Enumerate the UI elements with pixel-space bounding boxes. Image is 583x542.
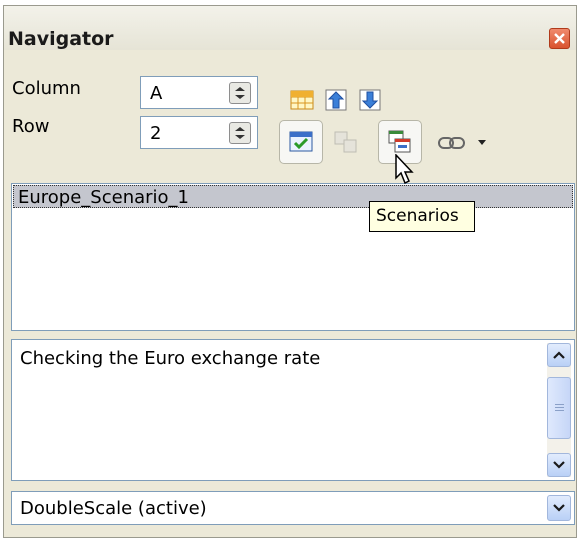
header-icon xyxy=(325,89,347,111)
promote-icon xyxy=(334,131,357,153)
drag-mode-icon xyxy=(289,131,313,152)
row-label: Row xyxy=(12,116,50,137)
close-button[interactable] xyxy=(549,28,570,49)
spin-arrows-icon xyxy=(235,127,245,139)
list-item[interactable]: Europe_Scenario_1 xyxy=(13,185,573,208)
navigator-panel: Navigator Column A Row 2 Europe_Scenario… xyxy=(3,5,577,538)
scenario-name: Europe_Scenario_1 xyxy=(18,187,189,208)
document-select[interactable]: DoubleScale (active) xyxy=(11,491,575,525)
scenario-description[interactable]: Checking the Euro exchange rate xyxy=(11,339,575,481)
description-text: Checking the Euro exchange rate xyxy=(20,348,321,369)
footer-icon xyxy=(359,89,381,111)
insert-mode-button[interactable] xyxy=(436,132,470,160)
column-label: Column xyxy=(12,78,81,99)
header-button[interactable] xyxy=(322,86,350,114)
scrollbar-thumb[interactable] xyxy=(547,377,571,439)
column-field[interactable]: A xyxy=(140,76,258,109)
contents-button[interactable] xyxy=(288,86,316,114)
scenarios-icon xyxy=(388,130,411,153)
title-bar[interactable]: Navigator xyxy=(4,6,576,50)
scenarios-list[interactable]: Europe_Scenario_1 xyxy=(11,183,575,331)
close-icon xyxy=(554,33,565,44)
chevron-down-icon xyxy=(553,504,565,512)
row-value: 2 xyxy=(150,123,162,144)
promote-button[interactable] xyxy=(332,128,360,156)
row-field[interactable]: 2 xyxy=(140,116,258,149)
window-title: Navigator xyxy=(8,28,114,50)
chevron-up-icon xyxy=(553,351,565,359)
document-select-button[interactable] xyxy=(547,495,571,521)
link-icon xyxy=(438,137,465,149)
description-scrollbar[interactable] xyxy=(547,343,571,477)
insert-mode-dropdown[interactable] xyxy=(474,134,490,150)
drag-mode-button[interactable] xyxy=(279,120,323,164)
chevron-down-icon xyxy=(553,461,565,469)
footer-button[interactable] xyxy=(356,86,384,114)
dropdown-arrow-icon xyxy=(478,140,486,145)
document-select-value: DoubleScale (active) xyxy=(20,498,207,519)
scenarios-tooltip: Scenarios xyxy=(369,201,475,232)
column-spin-buttons[interactable] xyxy=(229,82,251,104)
column-value: A xyxy=(150,83,163,104)
row-spin-buttons[interactable] xyxy=(229,122,251,144)
scroll-down-button[interactable] xyxy=(547,453,571,477)
scroll-up-button[interactable] xyxy=(547,343,571,367)
mouse-cursor-icon xyxy=(395,154,414,185)
spin-arrows-icon xyxy=(235,87,245,99)
contents-icon xyxy=(290,90,314,110)
